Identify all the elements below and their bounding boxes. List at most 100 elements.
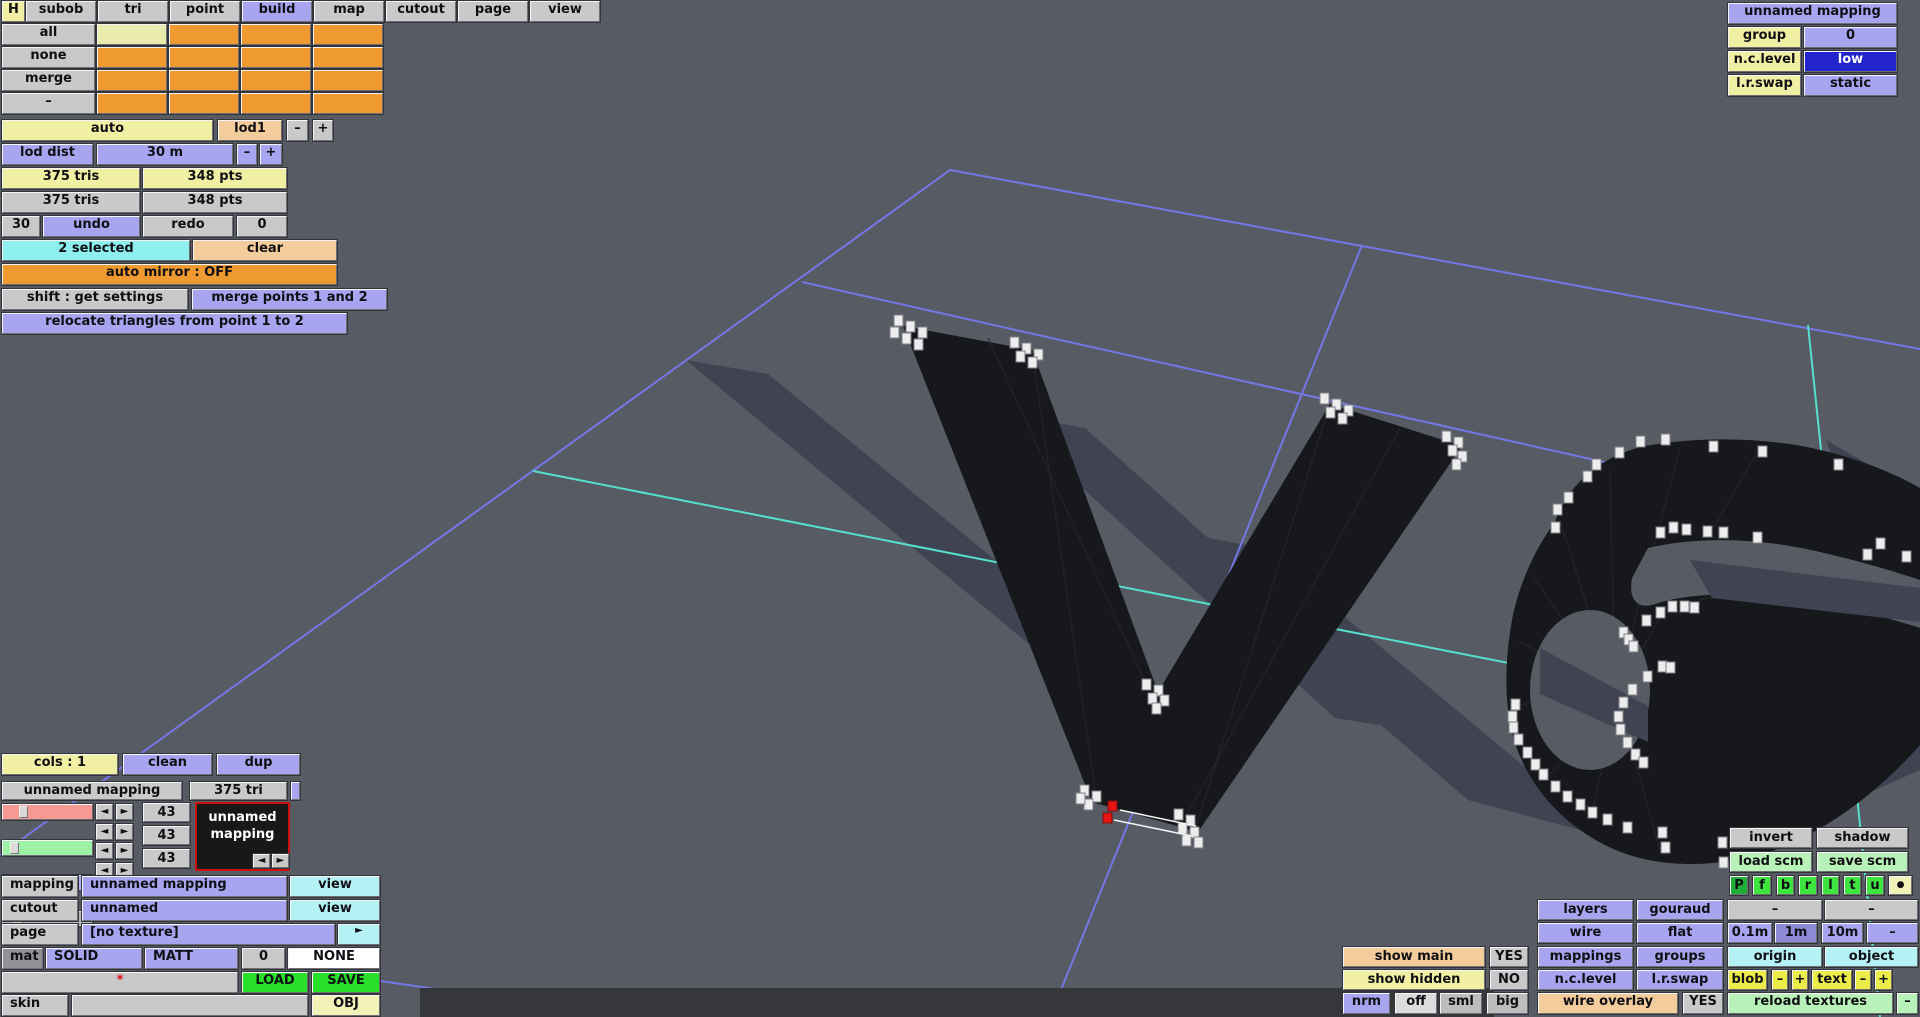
flat-toggle[interactable]: flat — [1637, 923, 1723, 943]
load-button[interactable]: LOAD — [242, 972, 308, 993]
mappings-toggle[interactable]: mappings — [1538, 947, 1633, 967]
wire-overlay-toggle[interactable]: wire overlay — [1538, 993, 1678, 1014]
nrm-off-button-active[interactable]: off — [1395, 993, 1437, 1014]
show-hidden-value[interactable]: NO — [1490, 970, 1528, 990]
preview-next-arrow[interactable]: ► — [272, 854, 289, 868]
slider-handle[interactable] — [19, 806, 29, 818]
tab-tri[interactable]: tri — [98, 1, 168, 22]
subobject-grid-cell[interactable] — [169, 24, 239, 45]
mapping-row-value[interactable]: unnamed mapping — [82, 876, 287, 897]
subobject-grid-cell[interactable] — [241, 70, 311, 91]
dash-button[interactable]: – — [1825, 900, 1918, 920]
tab-view[interactable]: view — [530, 1, 600, 22]
cutout-view-button[interactable]: view — [290, 900, 380, 921]
auto-mirror-toggle[interactable]: auto mirror : OFF — [2, 264, 337, 285]
proj-front-button[interactable]: f — [1753, 876, 1771, 895]
grid-10m-button[interactable]: 10m — [1822, 923, 1863, 943]
nc-level-toggle[interactable]: n.c.level — [1538, 970, 1633, 990]
group-value[interactable]: 0 — [1804, 27, 1897, 48]
tab-build-active[interactable]: build — [242, 1, 312, 22]
clean-button[interactable]: clean — [123, 754, 212, 775]
grid-dash-button[interactable]: – — [1867, 923, 1918, 943]
nc-level-value[interactable]: low — [1804, 51, 1897, 72]
cols-button[interactable]: cols : 1 — [2, 754, 118, 775]
redo-button[interactable]: redo — [143, 216, 233, 237]
proj-under-button[interactable]: u — [1866, 876, 1884, 895]
invert-button[interactable]: invert — [1730, 828, 1812, 848]
subobject-grid-cell[interactable] — [313, 47, 383, 68]
dash-button[interactable]: – — [1728, 900, 1822, 920]
shadow-button[interactable]: shadow — [1817, 828, 1908, 848]
skin-name-field[interactable] — [72, 995, 308, 1016]
lod-dist-minus-button[interactable]: – — [237, 144, 257, 165]
proj-left-button[interactable]: l — [1822, 876, 1839, 895]
subob-none-button[interactable]: none — [2, 47, 95, 68]
proj-dot-button[interactable]: ● — [1889, 876, 1912, 895]
lr-swap-toggle[interactable]: l.r.swap — [1637, 970, 1723, 990]
subobject-grid-cell[interactable] — [169, 70, 239, 91]
channel-slider-red[interactable] — [2, 804, 93, 820]
mat-matt-button[interactable]: MATT — [145, 948, 238, 969]
tab-map[interactable]: map — [314, 1, 384, 22]
nrm-big-button[interactable]: big — [1487, 993, 1528, 1014]
subobject-grid-cell[interactable] — [313, 70, 383, 91]
nrm-sml-button[interactable]: sml — [1440, 993, 1482, 1014]
grid-1m-button-active[interactable]: 1m — [1775, 923, 1817, 943]
lod-auto-button[interactable]: auto — [2, 120, 213, 141]
reload-textures-button[interactable]: reload textures — [1728, 993, 1893, 1014]
mapping-scroll-strip[interactable] — [291, 782, 300, 800]
subobject-grid-cell[interactable] — [169, 47, 239, 68]
page-row-value[interactable]: [no texture] — [82, 924, 335, 945]
lod-minus-button[interactable]: – — [287, 120, 308, 141]
subobject-grid-cell[interactable] — [97, 93, 167, 114]
save-scm-button[interactable]: save scm — [1817, 852, 1908, 872]
mapping-view-button[interactable]: view — [290, 876, 380, 897]
subobject-grid-cell[interactable] — [97, 70, 167, 91]
blob-minus-button[interactable]: – — [1772, 970, 1788, 990]
subobject-grid-cell[interactable] — [313, 93, 383, 114]
subobject-grid-cell[interactable] — [241, 47, 311, 68]
tab-h[interactable]: H — [2, 1, 25, 22]
subob-merge-button[interactable]: merge — [2, 70, 95, 91]
undo-button[interactable]: undo — [43, 216, 140, 237]
channel-right-arrow[interactable]: ► — [116, 804, 133, 820]
dup-button[interactable]: dup — [217, 754, 300, 775]
proj-back-button[interactable]: b — [1777, 876, 1794, 895]
show-main-value[interactable]: YES — [1490, 947, 1528, 967]
tab-subob[interactable]: subob — [26, 1, 96, 22]
page-next-button[interactable]: ► — [338, 924, 380, 945]
merge-points-button[interactable]: merge points 1 and 2 — [192, 289, 387, 310]
subobject-grid-cell[interactable] — [241, 24, 311, 45]
proj-p-button[interactable]: P — [1730, 876, 1748, 895]
tab-cutout[interactable]: cutout — [386, 1, 456, 22]
preview-prev-arrow[interactable]: ◄ — [253, 854, 270, 868]
subob-all-button[interactable]: all — [2, 24, 95, 45]
blob-plus-button[interactable]: + — [1792, 970, 1808, 990]
object-button[interactable]: object — [1825, 947, 1918, 967]
save-button[interactable]: SAVE — [312, 972, 380, 993]
subobject-grid-cell[interactable] — [169, 93, 239, 114]
obj-export-button[interactable]: OBJ — [312, 995, 380, 1016]
slider-handle[interactable] — [10, 842, 20, 854]
nrm-toggle[interactable]: nrm — [1343, 993, 1390, 1014]
channel-left-arrow[interactable]: ◄ — [96, 843, 113, 859]
channel-right-arrow[interactable]: ► — [116, 843, 133, 859]
channel-right-arrow[interactable]: ► — [116, 824, 133, 840]
load-scm-button[interactable]: load scm — [1730, 852, 1812, 872]
reload-dash-button[interactable]: – — [1897, 993, 1918, 1014]
tab-point[interactable]: point — [170, 1, 240, 22]
show-main-toggle[interactable]: show main — [1343, 947, 1485, 967]
groups-toggle[interactable]: groups — [1637, 947, 1723, 967]
text-plus-button[interactable]: + — [1875, 970, 1892, 990]
subobject-grid-cell[interactable] — [313, 24, 383, 45]
tab-page[interactable]: page — [458, 1, 528, 22]
proj-right-button[interactable]: r — [1799, 876, 1817, 895]
wire-toggle[interactable]: wire — [1538, 923, 1633, 943]
mapping-name[interactable]: unnamed mapping — [2, 782, 182, 800]
show-hidden-toggle[interactable]: show hidden — [1343, 970, 1485, 990]
mat-texture-none[interactable]: NONE — [288, 948, 380, 969]
mat-solid-button[interactable]: SOLID — [46, 948, 142, 969]
lod-dist-plus-button[interactable]: + — [260, 144, 282, 165]
text-button[interactable]: text — [1812, 970, 1852, 990]
channel-left-arrow[interactable]: ◄ — [96, 804, 113, 820]
